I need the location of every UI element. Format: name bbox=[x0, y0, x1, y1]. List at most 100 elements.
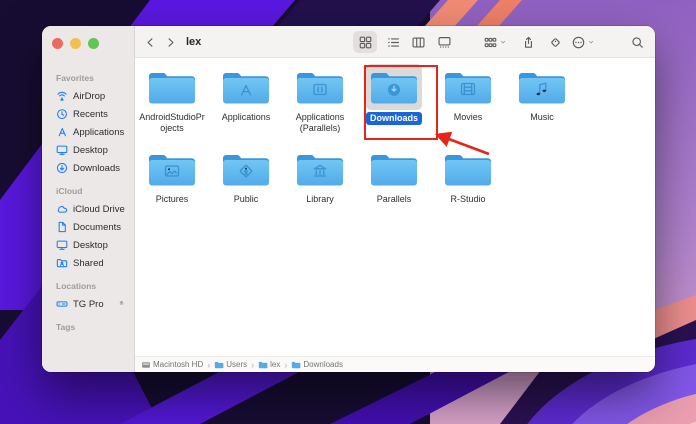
folder-icon-photo bbox=[144, 146, 200, 192]
path-item-lex[interactable]: lex bbox=[258, 360, 280, 370]
cloud-icon bbox=[56, 203, 68, 215]
path-item-users[interactable]: Users bbox=[214, 360, 247, 370]
share-icon bbox=[522, 36, 535, 49]
sidebar-item-recents[interactable]: Recents bbox=[54, 105, 134, 123]
forward-button[interactable] bbox=[159, 31, 181, 53]
folder-label: R-Studio bbox=[450, 194, 486, 204]
sidebar-item-label: Desktop bbox=[73, 144, 108, 156]
sidebar-section-favorites: Favorites bbox=[56, 73, 94, 83]
sidebar-item-documents[interactable]: Documents bbox=[54, 218, 134, 236]
folder-item-applications-parallels[interactable]: Applications (Parallels) bbox=[283, 64, 357, 133]
folder-icon bbox=[440, 146, 496, 192]
sidebar-item-desktop[interactable]: Desktop bbox=[54, 141, 134, 159]
folder-item-downloads[interactable]: Downloads bbox=[357, 64, 431, 133]
path-item-macintosh-hd[interactable]: Macintosh HD bbox=[141, 360, 203, 370]
window-controls bbox=[52, 38, 99, 49]
sidebar-item-label: Applications bbox=[73, 126, 125, 138]
back-button[interactable] bbox=[139, 31, 161, 53]
column-view-button[interactable] bbox=[406, 31, 430, 53]
folder-label: Public bbox=[233, 194, 259, 204]
icon-view-icon bbox=[359, 36, 372, 49]
folder-item-movies[interactable]: Movies bbox=[431, 64, 505, 133]
path-separator: › bbox=[207, 359, 211, 370]
sidebar-item-applications[interactable]: Applications bbox=[54, 123, 134, 141]
folder-icon-appstore bbox=[218, 64, 274, 110]
folder-icon-film bbox=[440, 64, 496, 110]
share-button[interactable] bbox=[516, 31, 540, 53]
sidebar-item-tg-pro[interactable]: TG Pro bbox=[54, 295, 134, 313]
sidebar-item-desktop[interactable]: Desktop bbox=[54, 236, 134, 254]
airdrop-icon bbox=[56, 90, 68, 102]
gallery-view-button[interactable] bbox=[432, 31, 456, 53]
list-view-button[interactable] bbox=[381, 31, 405, 53]
path-item-label: Users bbox=[226, 360, 248, 369]
desktop-icon bbox=[56, 239, 68, 251]
folder-label: Pictures bbox=[155, 194, 189, 204]
folder-item-parallels[interactable]: Parallels bbox=[357, 146, 431, 205]
clock-icon bbox=[56, 108, 68, 120]
folder-item-public[interactable]: Public bbox=[209, 146, 283, 205]
tags-button[interactable] bbox=[543, 31, 567, 53]
path-separator: › bbox=[284, 359, 288, 370]
more-actions-button[interactable] bbox=[567, 31, 599, 53]
disk-icon bbox=[141, 360, 151, 370]
folder-icon-library bbox=[292, 146, 348, 192]
folder-row-2: Pictures Public Library Parallels R-Stud… bbox=[135, 146, 579, 205]
path-item-label: lex bbox=[270, 360, 281, 369]
folder-icon-music bbox=[514, 64, 570, 110]
group-by-button[interactable] bbox=[479, 31, 511, 53]
icon-view-button[interactable] bbox=[353, 31, 377, 53]
folder-item-androidstudioprojects[interactable]: AndroidStudioProjects bbox=[135, 64, 209, 133]
zoom-button[interactable] bbox=[88, 38, 99, 49]
folder-label: Applications bbox=[221, 112, 271, 122]
folder-label: Library bbox=[306, 194, 334, 204]
tags-icon bbox=[549, 36, 562, 49]
folder-row-1: AndroidStudioProjects Applications Appli… bbox=[135, 64, 579, 133]
folder-item-music[interactable]: Music bbox=[505, 64, 579, 133]
sidebar-item-shared[interactable]: Shared bbox=[54, 254, 134, 272]
sidebar-item-label: iCloud Drive bbox=[73, 203, 125, 215]
sidebar-section-tags: Tags bbox=[56, 322, 76, 332]
folder-item-pictures[interactable]: Pictures bbox=[135, 146, 209, 205]
gallery-view-icon bbox=[437, 36, 451, 49]
search-button[interactable] bbox=[625, 31, 649, 53]
folder-label: Music bbox=[530, 112, 554, 122]
more-actions-chevron-icon bbox=[587, 38, 595, 46]
sidebar-item-label: Documents bbox=[73, 221, 122, 233]
close-button[interactable] bbox=[52, 38, 63, 49]
folder-item-r-studio[interactable]: R-Studio bbox=[431, 146, 505, 205]
folder-item-applications[interactable]: Applications bbox=[209, 64, 283, 133]
folder-icon-parallels bbox=[292, 64, 348, 110]
folder-icon bbox=[366, 146, 422, 192]
minimize-button[interactable] bbox=[70, 38, 81, 49]
path-item-label: Downloads bbox=[303, 360, 343, 369]
finder-window: Favorites AirDrop Recents Applications Deskt… bbox=[42, 26, 655, 372]
sidebar-item-label: AirDrop bbox=[73, 90, 106, 102]
sidebar-item-label: TG Pro bbox=[73, 298, 104, 310]
sidebar-item-label: Downloads bbox=[73, 162, 120, 174]
harddrive-icon bbox=[56, 298, 68, 310]
sidebar-item-airdrop[interactable]: AirDrop bbox=[54, 87, 134, 105]
desktop-icon bbox=[56, 144, 68, 156]
path-separator: › bbox=[251, 359, 255, 370]
folder-label: Downloads bbox=[365, 112, 422, 125]
download-circle-icon bbox=[56, 162, 68, 174]
eject-icon[interactable] bbox=[117, 298, 126, 307]
column-view-icon bbox=[411, 36, 425, 49]
toolbar: lex bbox=[135, 26, 655, 58]
path-item-downloads[interactable]: Downloads bbox=[291, 360, 343, 370]
back-icon bbox=[144, 36, 157, 49]
sidebar-item-icloud-drive[interactable]: iCloud Drive bbox=[54, 200, 134, 218]
mini-folder-icon bbox=[214, 360, 224, 370]
document-icon bbox=[56, 221, 68, 233]
sidebar-item-label: Recents bbox=[73, 108, 108, 120]
window-title: lex bbox=[186, 36, 202, 48]
path-bar: Macintosh HD › Users › lex › Downloads bbox=[135, 356, 655, 372]
folder-item-library[interactable]: Library bbox=[283, 146, 357, 205]
appstore-icon bbox=[56, 126, 68, 138]
sidebar-item-downloads[interactable]: Downloads bbox=[54, 159, 134, 177]
mini-folder-icon bbox=[258, 360, 268, 370]
mini-folder-icon bbox=[291, 360, 301, 370]
sidebar-section-icloud: iCloud bbox=[56, 186, 83, 196]
list-view-icon bbox=[387, 36, 400, 49]
